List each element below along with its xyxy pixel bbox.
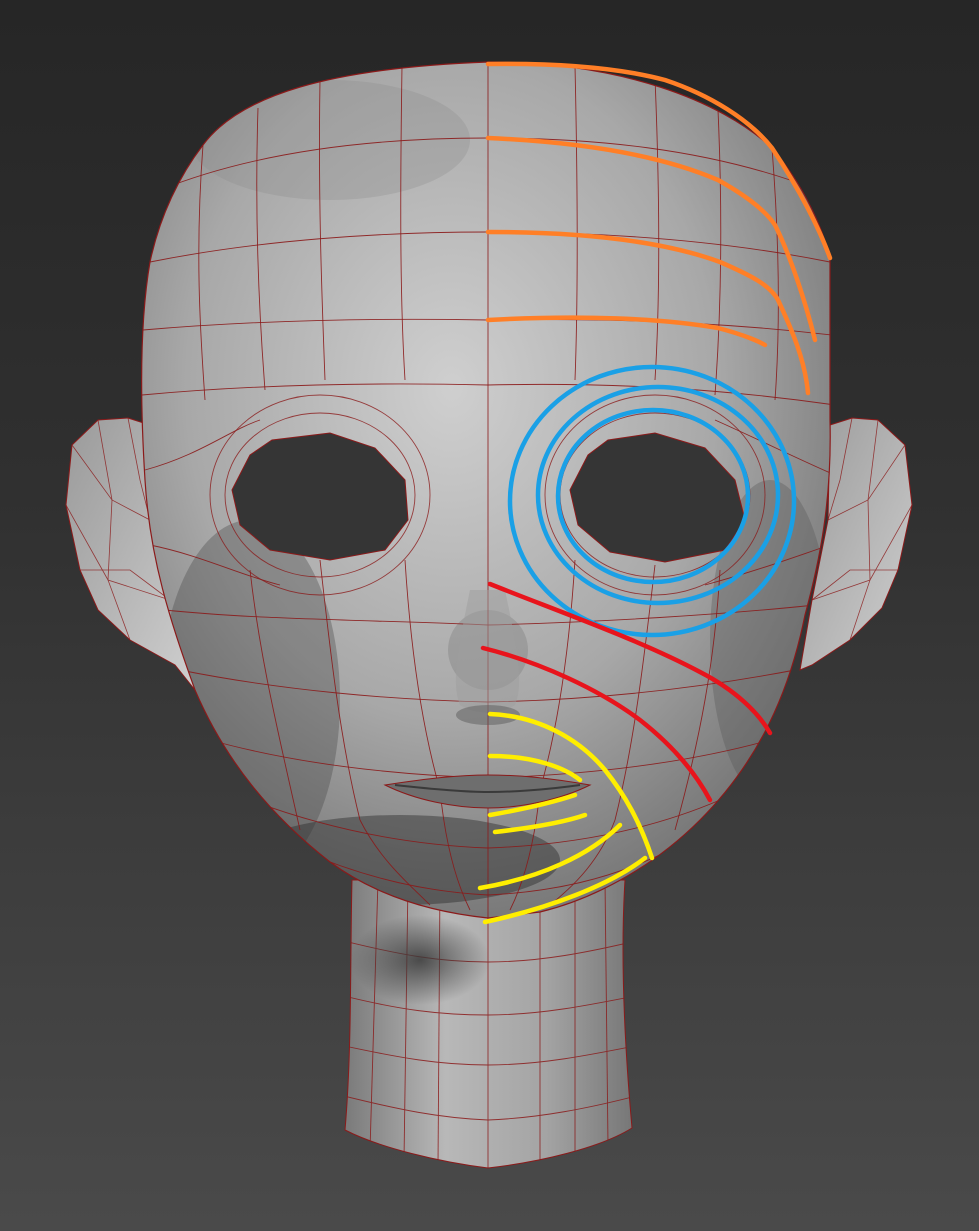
3d-viewport[interactable]	[0, 0, 979, 1231]
neck	[344, 879, 633, 1169]
head-model-render	[65, 61, 913, 1169]
